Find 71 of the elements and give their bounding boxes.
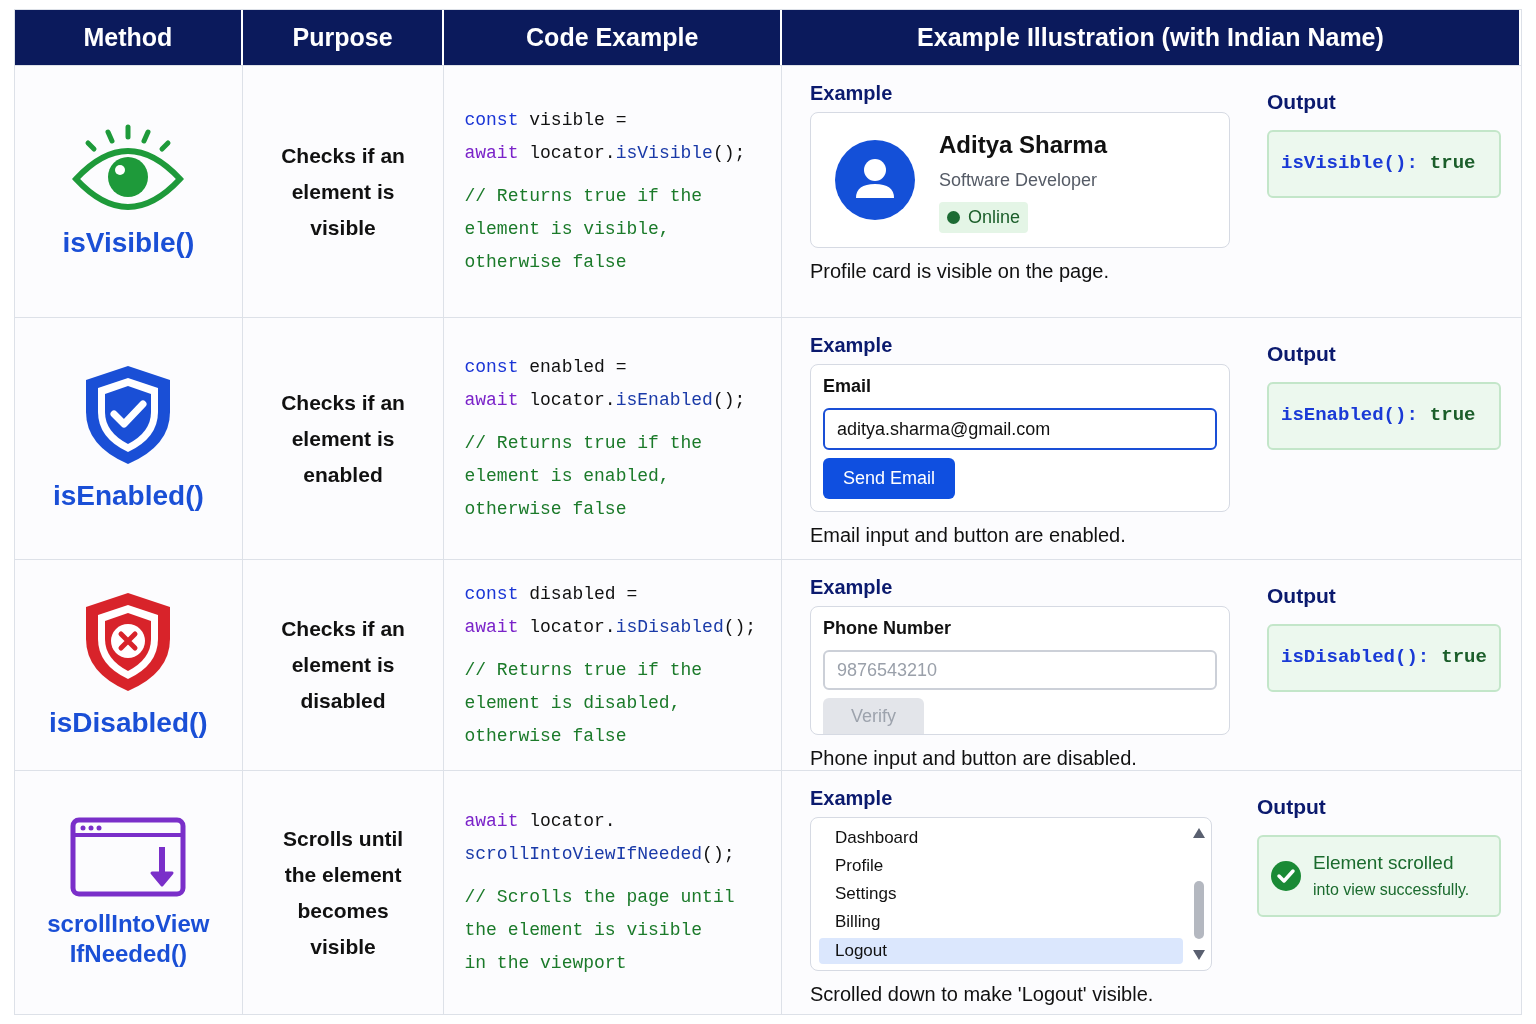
- purpose-text: Checks if an element is enabled: [280, 389, 406, 488]
- status-badge: Online: [939, 202, 1028, 233]
- code-line: scrollIntoViewIfNeeded();: [464, 843, 736, 866]
- example-label: Example: [810, 786, 893, 811]
- method-name: isDisabled(): [49, 705, 208, 740]
- example-label: Example: [810, 81, 893, 106]
- column-header: Example Illustration (with Indian Name): [782, 10, 1521, 65]
- scroll-up-icon[interactable]: [1193, 828, 1205, 838]
- list-item[interactable]: Billing: [819, 910, 1183, 934]
- column-header: Method: [15, 10, 243, 65]
- example-caption: Email input and button are enabled.: [810, 523, 1126, 548]
- output-label: Output: [1267, 583, 1336, 609]
- output-label: Output: [1257, 794, 1326, 820]
- code-line: await locator.: [464, 810, 617, 833]
- code-line: await locator.isVisible();: [464, 142, 747, 165]
- user-avatar-icon: [835, 140, 915, 220]
- code-comment: the element is visible: [464, 919, 704, 942]
- code-line: const disabled =: [464, 582, 639, 606]
- purpose-text: Scrolls until the element becomes visible: [281, 825, 405, 960]
- code-comment: // Returns true if the: [464, 185, 704, 208]
- scroll-thumb[interactable]: [1194, 881, 1204, 939]
- output-label: Output: [1267, 89, 1336, 115]
- code-comment: element is enabled,: [464, 465, 671, 488]
- scroll-down-icon[interactable]: [1193, 950, 1205, 960]
- method-name: isEnabled(): [52, 479, 204, 513]
- output-call: isDisabled():: [1281, 645, 1430, 671]
- example-caption: Phone input and button are disabled.: [810, 746, 1137, 771]
- code-comment: otherwise false: [464, 498, 628, 521]
- code-comment: otherwise false: [464, 251, 628, 274]
- code-comment: in the viewport: [464, 952, 628, 975]
- method-name: isVisible(): [62, 226, 195, 260]
- purpose-text: Checks if an element is visible: [280, 142, 406, 241]
- output-label: Output: [1267, 341, 1336, 367]
- eye-icon: [72, 123, 185, 213]
- output-message: into view successfully.: [1313, 879, 1470, 900]
- column-header: Purpose: [242, 10, 445, 65]
- column-header: Code Example: [444, 10, 782, 65]
- profile-name: Aditya Sharma: [939, 130, 1108, 160]
- purpose-text: Checks if an element is disabled: [280, 616, 406, 714]
- send-button[interactable]: Send Email: [823, 458, 956, 499]
- profile-role: Software Developer: [939, 169, 1098, 192]
- input-field[interactable]: aditya.sharma@gmail.com: [823, 408, 1217, 450]
- output-message: Element scrolled: [1313, 851, 1455, 876]
- example-caption: Scrolled down to make 'Logout' visible.: [810, 982, 1154, 1007]
- list-item[interactable]: Logout: [819, 938, 1183, 964]
- output-value: true: [1441, 645, 1487, 671]
- output-value: true: [1429, 403, 1476, 429]
- check-circle-icon: [1271, 860, 1301, 891]
- list-item[interactable]: Profile: [819, 854, 1183, 878]
- code-comment: // Returns true if the: [464, 432, 704, 455]
- code-comment: element is visible,: [464, 218, 671, 241]
- code-line: await locator.isDisabled();: [464, 615, 758, 639]
- example-label: Example: [810, 333, 893, 358]
- list-item[interactable]: Dashboard: [819, 826, 1183, 850]
- code-comment: // Returns true if the: [464, 658, 704, 682]
- code-comment: element is disabled,: [464, 691, 682, 715]
- output-call: isVisible():: [1281, 151, 1418, 177]
- code-line: const visible =: [464, 109, 628, 132]
- example-label: Example: [810, 575, 893, 600]
- method-name: scrollIntoView: [47, 908, 210, 939]
- example-caption: Profile card is visible on the page.: [810, 259, 1110, 284]
- list-item[interactable]: Settings: [819, 882, 1183, 906]
- code-line: const enabled =: [464, 356, 628, 379]
- code-line: await locator.isEnabled();: [464, 389, 747, 412]
- field-label: Email: [823, 375, 871, 398]
- code-comment: // Scrolls the page until: [464, 886, 736, 909]
- field-label: Phone Number: [823, 617, 951, 640]
- output-call: isEnabled():: [1281, 403, 1418, 429]
- code-comment: otherwise false: [464, 724, 628, 748]
- output-value: true: [1429, 151, 1476, 177]
- method-name: IfNeeded(): [69, 938, 187, 969]
